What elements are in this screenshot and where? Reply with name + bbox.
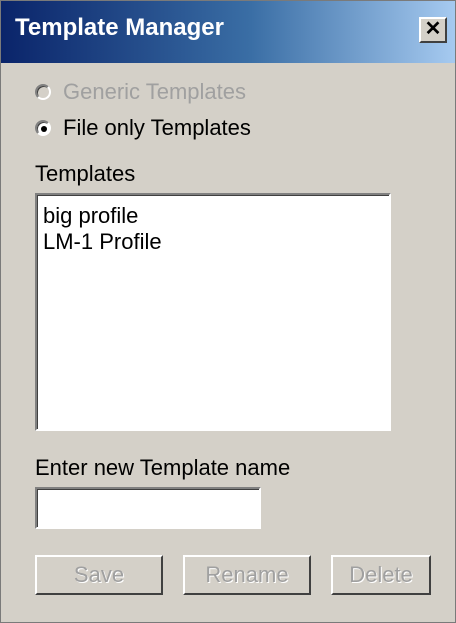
radio-generic-templates[interactable]: Generic Templates — [35, 78, 246, 106]
template-manager-dialog: Template Manager ✕ Generic Templates Fil… — [0, 0, 456, 623]
radio-file-only-templates[interactable]: File only Templates — [35, 114, 251, 142]
new-template-name-label: Enter new Template name — [35, 455, 291, 480]
window-title: Template Manager — [15, 14, 224, 41]
templates-listbox[interactable]: big profile LM-1 Profile — [35, 193, 391, 431]
radio-generic-templates-label: Generic Templates — [63, 79, 247, 104]
radio-file-only-templates-circle[interactable] — [35, 120, 51, 136]
templates-label: Templates — [35, 161, 136, 186]
title-bar[interactable]: Template Manager ✕ — [1, 1, 455, 63]
list-item[interactable]: LM-1 Profile — [43, 229, 383, 255]
close-button[interactable]: ✕ — [419, 17, 447, 43]
radio-file-only-templates-label: File only Templates — [63, 115, 251, 140]
radio-selected-dot — [41, 126, 47, 132]
new-template-name-input[interactable] — [35, 487, 261, 529]
save-button[interactable]: Save — [35, 555, 163, 595]
list-item[interactable]: big profile — [43, 203, 383, 229]
rename-button[interactable]: Rename — [183, 555, 311, 595]
radio-generic-templates-circle[interactable] — [35, 84, 51, 100]
close-icon: ✕ — [424, 18, 442, 40]
delete-button[interactable]: Delete — [331, 555, 431, 595]
